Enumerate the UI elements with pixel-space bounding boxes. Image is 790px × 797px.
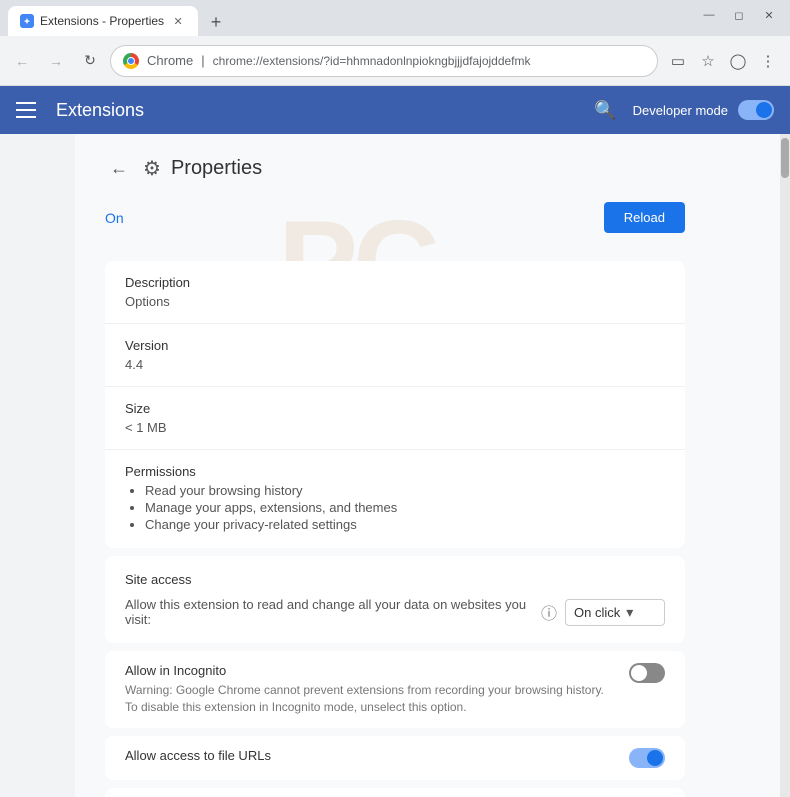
site-access-row: Allow this extension to read and change … <box>125 597 665 627</box>
incognito-content: Allow in Incognito Warning: Google Chrom… <box>125 663 629 716</box>
profile-icon[interactable]: ◯ <box>724 47 752 75</box>
url-bar[interactable]: Chrome | chrome://extensions/?id=hhmnado… <box>110 45 658 77</box>
size-value: < 1 MB <box>125 420 665 435</box>
extensions-title: Extensions <box>56 100 594 121</box>
incognito-toggle-knob <box>631 665 647 681</box>
site-access-label: Site access <box>125 572 665 587</box>
permission-item-1: Read your browsing history <box>145 483 665 498</box>
size-label: Size <box>125 401 665 416</box>
tab-close-button[interactable]: ✕ <box>170 13 186 29</box>
hamburger-menu[interactable] <box>16 96 44 124</box>
version-row: Version 4.4 <box>105 324 685 387</box>
file-urls-toggle-row: Allow access to file URLs <box>105 736 685 780</box>
file-urls-content: Allow access to file URLs <box>125 748 629 767</box>
site-access-value: On click <box>574 605 620 620</box>
permission-item-3: Change your privacy-related settings <box>145 517 665 532</box>
status-badge: On <box>105 210 124 226</box>
incognito-desc: Warning: Google Chrome cannot prevent ex… <box>125 682 613 716</box>
site-access-section: Site access Allow this extension to read… <box>105 556 685 643</box>
file-urls-label: Allow access to file URLs <box>125 748 613 763</box>
toggle-knob <box>756 102 772 118</box>
hamburger-line-1 <box>16 102 36 104</box>
version-value: 4.4 <box>125 357 665 372</box>
site-icon <box>123 53 139 69</box>
page-title: Properties <box>171 157 262 180</box>
gear-icon: ⚙ <box>143 156 161 181</box>
dropdown-arrow-icon: ▾ <box>626 604 633 621</box>
reload-page-button[interactable]: ↻ <box>76 47 104 75</box>
incognito-label: Allow in Incognito <box>125 663 613 678</box>
info-card: Description Options Version 4.4 Size < 1… <box>105 261 685 548</box>
title-bar: ✦ Extensions - Properties ✕ + ― ◻ ✕ <box>0 0 790 36</box>
version-label: Version <box>125 338 665 353</box>
source-section: Source Unpacked extension Loaded from: ~… <box>105 788 685 797</box>
permission-item-2: Manage your apps, extensions, and themes <box>145 500 665 515</box>
search-icon[interactable]: 🔍 <box>594 100 616 121</box>
url-full: chrome://extensions/?id=hhmnadonlnpiokng… <box>213 54 531 68</box>
site-access-text: Allow this extension to read and change … <box>125 597 533 627</box>
hamburger-line-2 <box>16 109 36 111</box>
description-label: Description <box>125 275 665 290</box>
content-area: PCSKCON ← ⚙ Properties On Reload Descrip… <box>0 134 790 797</box>
file-urls-toggle[interactable] <box>629 748 665 768</box>
restore-button[interactable]: ◻ <box>726 6 752 24</box>
hamburger-line-3 <box>16 116 36 118</box>
url-separator: | <box>201 53 204 68</box>
window-controls: ― ◻ ✕ <box>696 6 782 30</box>
permissions-label: Permissions <box>125 464 665 479</box>
main-content: PCSKCON ← ⚙ Properties On Reload Descrip… <box>75 134 780 797</box>
active-tab[interactable]: ✦ Extensions - Properties ✕ <box>8 6 198 36</box>
forward-button[interactable]: → <box>42 47 70 75</box>
site-access-dropdown[interactable]: On click ▾ <box>565 599 665 626</box>
size-row: Size < 1 MB <box>105 387 685 450</box>
menu-icon[interactable]: ⋮ <box>754 47 782 75</box>
address-bar: ← → ↻ Chrome | chrome://extensions/?id=h… <box>0 36 790 86</box>
window: ✦ Extensions - Properties ✕ + ― ◻ ✕ ← → … <box>0 0 790 797</box>
developer-mode-label: Developer mode <box>633 103 728 118</box>
back-button[interactable]: ← <box>8 47 36 75</box>
minimize-button[interactable]: ― <box>696 6 722 24</box>
permissions-list: Read your browsing history Manage your a… <box>125 483 665 532</box>
incognito-toggle-row: Allow in Incognito Warning: Google Chrom… <box>105 651 685 728</box>
description-value: Options <box>125 294 665 309</box>
extensions-header: Extensions 🔍 Developer mode <box>0 86 790 134</box>
permissions-row: Permissions Read your browsing history M… <box>105 450 685 548</box>
help-icon[interactable]: ⓘ <box>541 600 557 624</box>
bookmark-icon[interactable]: ☆ <box>694 47 722 75</box>
url-scheme: Chrome <box>147 53 193 68</box>
cast-icon[interactable]: ▭ <box>664 47 692 75</box>
toolbar-icons: ▭ ☆ ◯ ⋮ <box>664 47 782 75</box>
reload-button[interactable]: Reload <box>604 202 685 233</box>
tab-label: Extensions - Properties <box>40 14 164 28</box>
description-row: Description Options <box>105 261 685 324</box>
properties-page: ← ⚙ Properties On Reload Description Opt… <box>75 134 715 797</box>
file-urls-toggle-knob <box>647 750 663 766</box>
properties-header: ← ⚙ Properties <box>105 154 685 182</box>
scrollbar[interactable] <box>780 134 790 797</box>
developer-mode-toggle[interactable] <box>738 100 774 120</box>
properties-back-button[interactable]: ← <box>105 154 133 182</box>
sidebar <box>0 134 75 797</box>
status-row: On Reload <box>105 202 685 245</box>
incognito-toggle[interactable] <box>629 663 665 683</box>
close-button[interactable]: ✕ <box>756 6 782 24</box>
tab-icon: ✦ <box>20 14 34 28</box>
tab-bar: ✦ Extensions - Properties ✕ + <box>8 0 230 36</box>
new-tab-button[interactable]: + <box>202 8 230 36</box>
scroll-thumb[interactable] <box>781 138 789 178</box>
